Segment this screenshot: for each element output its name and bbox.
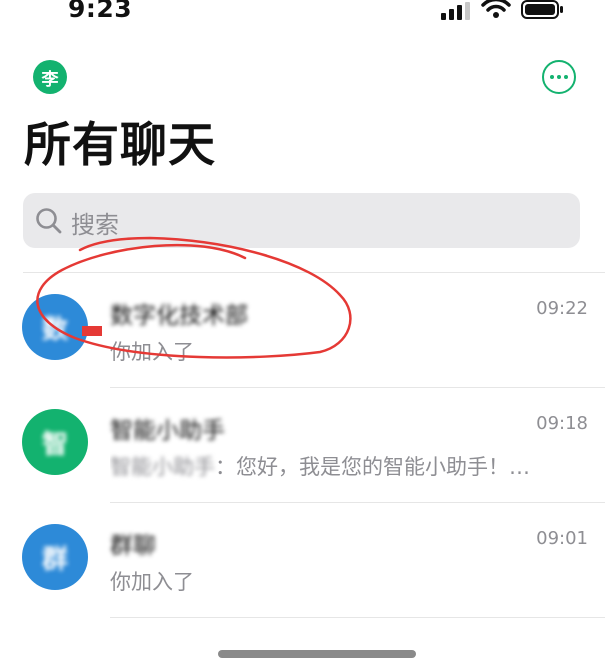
- chat-row[interactable]: 数 数字化技术部 09:22 你加入了: [0, 272, 605, 387]
- user-avatar[interactable]: 李: [33, 60, 67, 94]
- chat-avatar: 数: [22, 294, 88, 360]
- chat-message-text: ：您好，我是您的智能小助手！…: [215, 455, 530, 479]
- chat-avatar-text: 数: [41, 314, 68, 345]
- search-icon: [35, 207, 63, 239]
- chat-name: 数字化技术部: [110, 303, 248, 329]
- chat-message-sender: 智能小助手: [110, 455, 215, 479]
- home-indicator: [218, 650, 416, 658]
- chat-name: 群聊: [110, 533, 156, 559]
- more-dot-icon: [557, 75, 561, 79]
- chat-row[interactable]: 群 群聊 09:01 你加入了: [0, 502, 605, 617]
- chat-last-message: 智能小助手：您好，我是您的智能小助手！…: [110, 451, 580, 481]
- more-options-button[interactable]: [542, 60, 576, 94]
- chat-time: 09:01: [536, 528, 588, 549]
- page-title: 所有聊天: [24, 118, 216, 173]
- user-avatar-text: 李: [41, 69, 59, 90]
- wifi-icon: [481, 0, 511, 23]
- signal-icon: [441, 2, 471, 24]
- chat-time: 09:22: [536, 298, 588, 319]
- status-time: 9:23: [68, 0, 133, 23]
- more-dot-icon: [550, 75, 554, 79]
- divider: [110, 617, 605, 618]
- search-placeholder: 搜索: [71, 211, 119, 239]
- chat-avatar-text: 智: [41, 429, 68, 460]
- chat-time: 09:18: [536, 413, 588, 434]
- chat-row[interactable]: 智 智能小助手 09:18 智能小助手：您好，我是您的智能小助手！…: [0, 387, 605, 502]
- search-input[interactable]: 搜索: [23, 193, 580, 248]
- chat-avatar: 群: [22, 524, 88, 590]
- status-bar: 9:23: [0, 0, 605, 28]
- chat-last-message: 你加入了: [110, 340, 194, 364]
- chat-avatar: 智: [22, 409, 88, 475]
- chat-name: 智能小助手: [110, 418, 225, 444]
- chat-avatar-text: 群: [41, 544, 68, 575]
- chat-last-message: 你加入了: [110, 570, 194, 594]
- more-dot-icon: [564, 75, 568, 79]
- battery-icon: [521, 0, 565, 25]
